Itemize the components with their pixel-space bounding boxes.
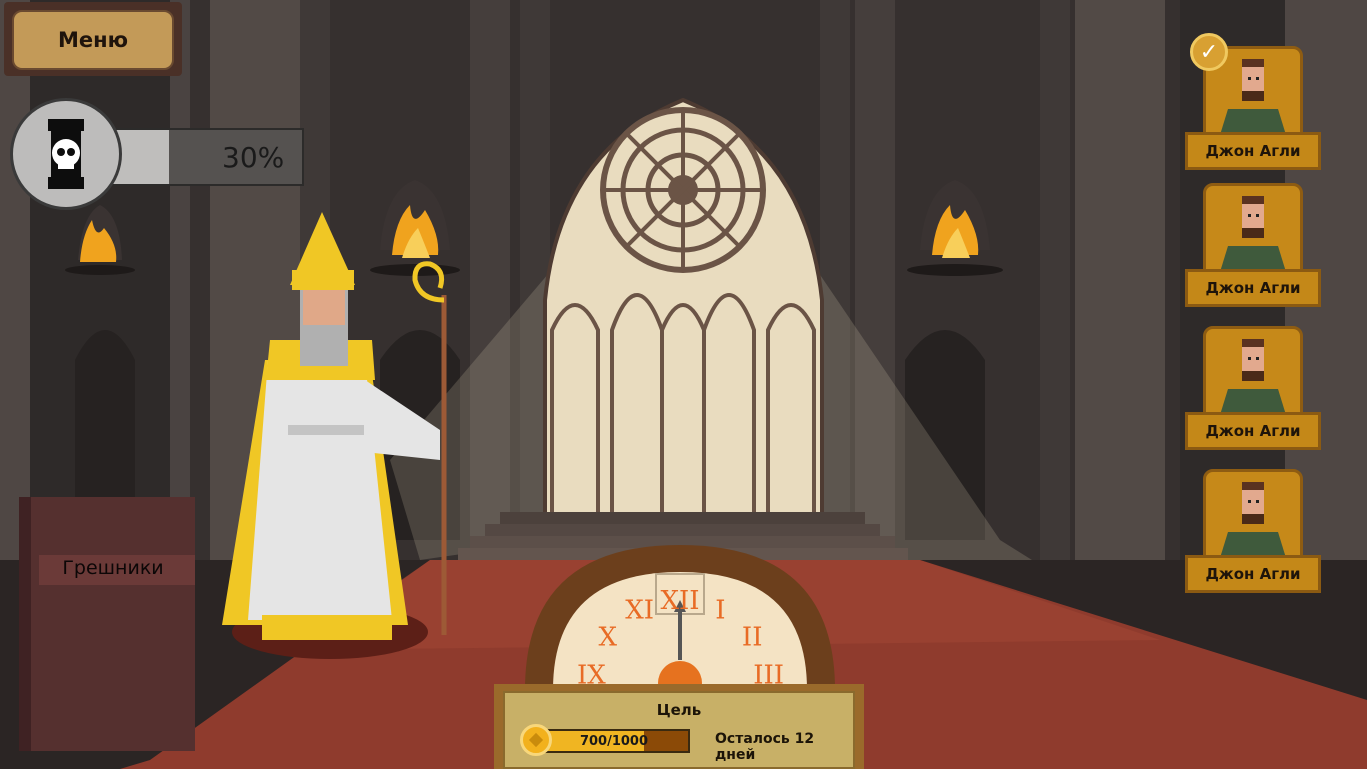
character-name: Джон Агли (1185, 132, 1321, 170)
goal-progress-bar: 700/1000 (538, 729, 690, 753)
goal-title: Цель (656, 701, 702, 719)
skull-icon (48, 119, 84, 189)
sinners-label: Грешники (62, 557, 164, 579)
menu-button[interactable]: Меню (4, 2, 182, 76)
character-portrait (1203, 469, 1303, 561)
danger-bar: 30% (110, 128, 304, 186)
sinners-book[interactable]: Грешники (19, 497, 195, 751)
character-portrait (1203, 183, 1303, 275)
skull-badge (10, 98, 122, 210)
character-name: Джон Агли (1185, 412, 1321, 450)
character-portrait (1203, 326, 1303, 418)
character-card[interactable]: Джон Агли (1185, 459, 1325, 593)
goal-progress-label: 700/1000 (579, 733, 649, 749)
clock-numeral: X (599, 622, 618, 652)
character-name: Джон Агли (1185, 269, 1321, 307)
character-card[interactable]: Джон Агли ✓ (1185, 33, 1325, 170)
clock-numeral: II (742, 622, 763, 652)
coin-icon (520, 724, 552, 756)
danger-percent: 30% (222, 140, 285, 174)
character-card[interactable]: Джон Агли (1185, 316, 1325, 450)
days-left: Осталось 12 дней (715, 731, 815, 763)
clock-numeral: XI (625, 596, 654, 626)
clock-numeral: XII (660, 586, 699, 616)
character-card[interactable]: Джон Агли (1185, 173, 1325, 307)
clock-numeral: I (715, 596, 725, 626)
checkmark-icon: ✓ (1190, 33, 1228, 71)
danger-meter: 30% (10, 98, 304, 213)
goal-panel: Цель 700/1000 Осталось 12 дней (494, 684, 864, 769)
menu-label: Меню (12, 10, 174, 70)
character-name: Джон Агли (1185, 555, 1321, 593)
